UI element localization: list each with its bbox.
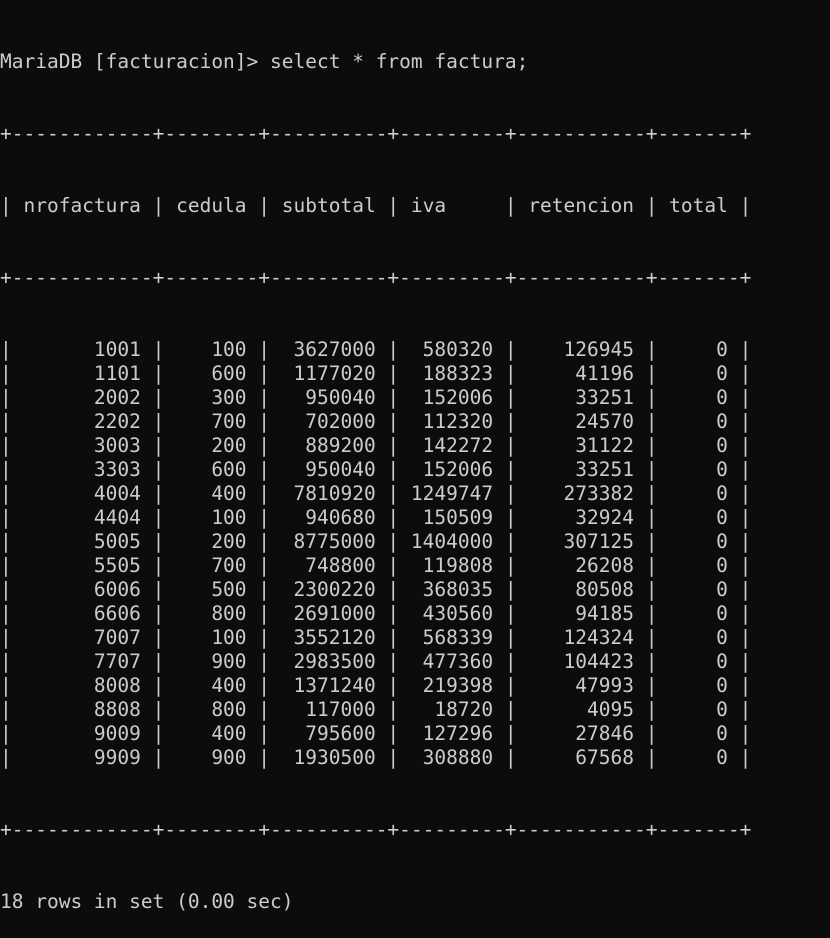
table-row: | 6606 | 800 | 2691000 | 430560 | 94185 … [0, 602, 752, 625]
sql-command: select * from factura; [270, 50, 529, 73]
terminal-window[interactable]: MariaDB [facturacion]> select * from fac… [0, 0, 830, 913]
table-body: | 1001 | 100 | 3627000 | 580320 | 126945… [0, 338, 830, 770]
table-row: | 2002 | 300 | 950040 | 152006 | 33251 |… [0, 386, 752, 409]
table-row: | 9009 | 400 | 795600 | 127296 | 27846 |… [0, 722, 752, 745]
result-summary: 18 rows in set (0.00 sec) [0, 890, 294, 913]
table-border-top: +------------+--------+----------+------… [0, 122, 752, 145]
table-row: | 1101 | 600 | 1177020 | 188323 | 41196 … [0, 362, 752, 385]
table-row: | 5505 | 700 | 748800 | 119808 | 26208 |… [0, 554, 752, 577]
table-row: | 8008 | 400 | 1371240 | 219398 | 47993 … [0, 674, 752, 697]
table-border-bottom: +------------+--------+----------+------… [0, 818, 752, 841]
table-row: | 4404 | 100 | 940680 | 150509 | 32924 |… [0, 506, 752, 529]
shell-prompt: MariaDB [facturacion]> [0, 50, 271, 73]
table-border-header: +------------+--------+----------+------… [0, 266, 752, 289]
table-row: | 2202 | 700 | 702000 | 112320 | 24570 |… [0, 410, 752, 433]
command-line: MariaDB [facturacion]> select * from fac… [0, 50, 830, 74]
table-row: | 3303 | 600 | 950040 | 152006 | 33251 |… [0, 458, 752, 481]
table-row: | 3003 | 200 | 889200 | 142272 | 31122 |… [0, 434, 752, 457]
table-row: | 9909 | 900 | 1930500 | 308880 | 67568 … [0, 746, 752, 769]
table-row: | 4004 | 400 | 7810920 | 1249747 | 27338… [0, 482, 752, 505]
table-row: | 7707 | 900 | 2983500 | 477360 | 104423… [0, 650, 752, 673]
table-row: | 7007 | 100 | 3552120 | 568339 | 124324… [0, 626, 752, 649]
table-row: | 8808 | 800 | 117000 | 18720 | 4095 | 0… [0, 698, 752, 721]
table-row: | 5005 | 200 | 8775000 | 1404000 | 30712… [0, 530, 752, 553]
table-header-row: | nrofactura | cedula | subtotal | iva |… [0, 194, 752, 217]
table-row: | 6006 | 500 | 2300220 | 368035 | 80508 … [0, 578, 752, 601]
table-row: | 1001 | 100 | 3627000 | 580320 | 126945… [0, 338, 752, 361]
